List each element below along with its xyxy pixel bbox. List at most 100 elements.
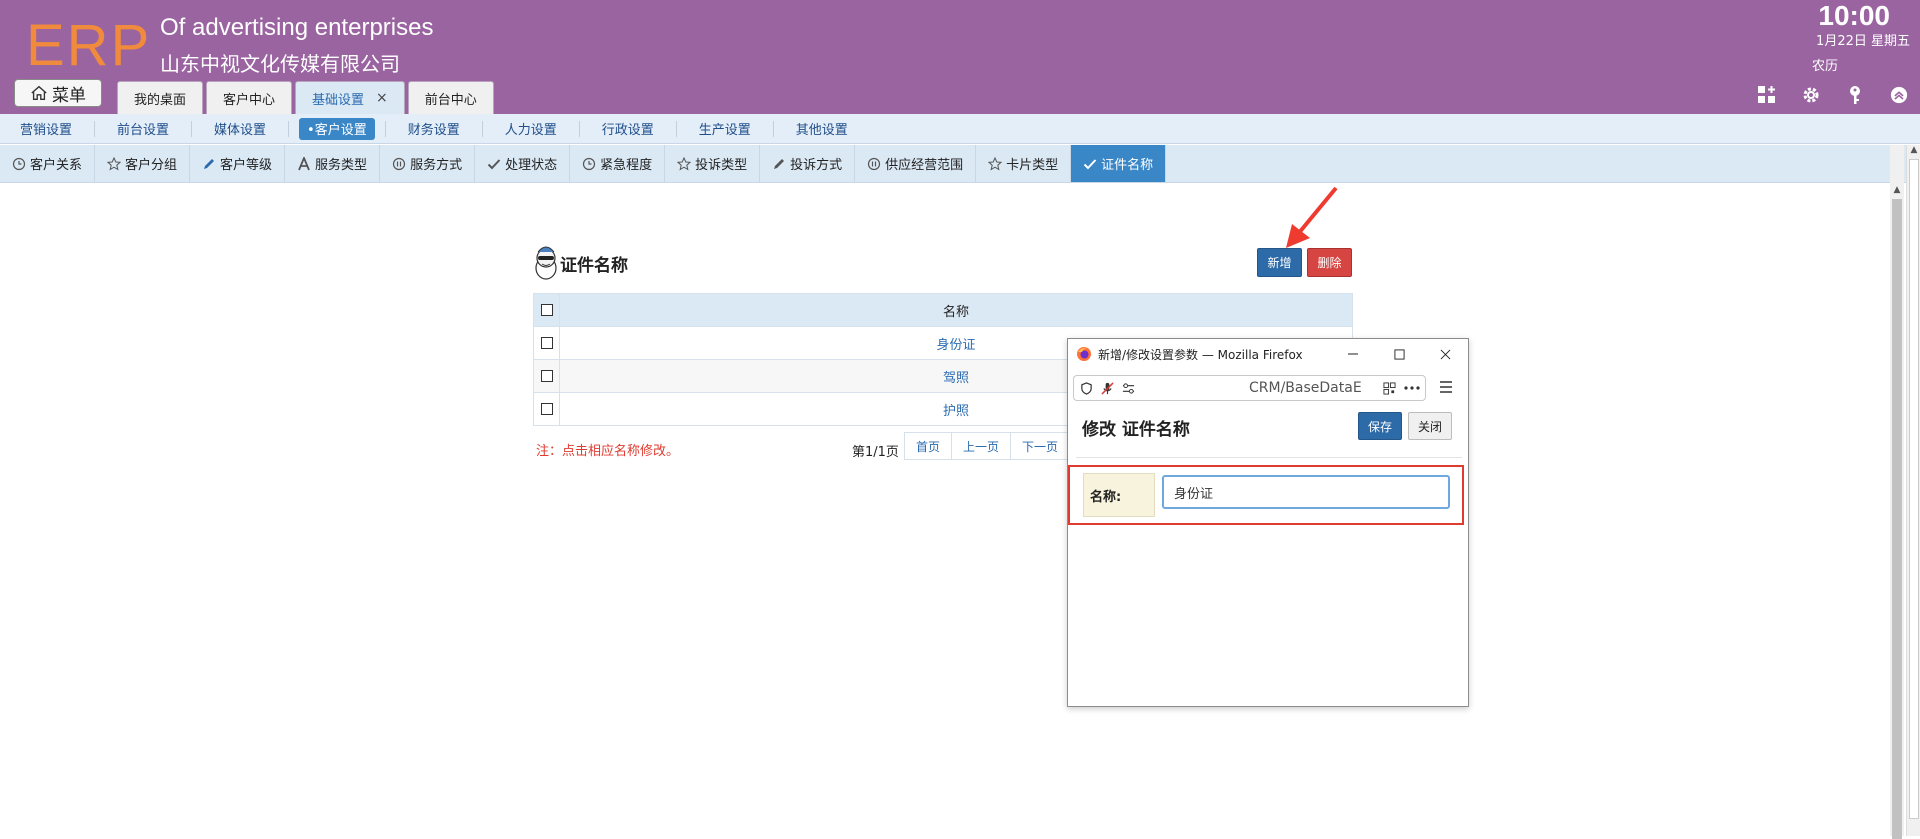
tab-supply-scope[interactable]: 供应经营范围 [855, 145, 977, 182]
subnav-customer[interactable]: •客户设置 [299, 117, 375, 140]
subnav-production[interactable]: 生产设置 [687, 118, 763, 140]
next-page-button[interactable]: 下一页 [1010, 432, 1071, 460]
page-title-text: 证件名称 [560, 255, 628, 276]
tab-complaint-type[interactable]: 投诉类型 [665, 145, 761, 182]
row-checkbox[interactable] [540, 370, 553, 382]
check-icon [487, 158, 501, 169]
tab-my-desktop[interactable]: 我的桌面 [117, 81, 204, 114]
close-icon[interactable] [1422, 339, 1468, 369]
row-checkbox[interactable] [540, 403, 553, 415]
subnav-front[interactable]: 前台设置 [105, 118, 181, 140]
key-icon[interactable] [1844, 84, 1866, 106]
tab-close-icon[interactable]: × [376, 90, 388, 106]
first-page-button[interactable]: 首页 [904, 432, 953, 460]
tab-id-document-name[interactable]: 证件名称 [1071, 145, 1167, 182]
row-checkbox[interactable] [540, 337, 553, 349]
scroll-thumb[interactable] [1909, 159, 1919, 819]
pause-icon [392, 157, 406, 170]
tab-customer-group[interactable]: 客户分组 [95, 145, 191, 182]
star-icon [677, 156, 692, 171]
name-input[interactable] [1162, 475, 1450, 509]
shield-icon [1081, 381, 1092, 395]
company-name-en: Of advertising enterprises [160, 14, 434, 41]
subnav-divider [481, 120, 483, 137]
hamburger-menu-icon[interactable] [1438, 379, 1454, 395]
tab-process-status[interactable]: 处理状态 [475, 145, 571, 182]
edit-popup-window: 新增/修改设置参数 — Mozilla Firefox CRM/BaseData… [1067, 338, 1469, 707]
clock-time: 10:00 [1818, 0, 1890, 31]
permissions-icon [1122, 382, 1135, 394]
url-bar[interactable]: CRM/BaseDataE [1073, 375, 1426, 401]
lunar-date: 农历 [1812, 59, 1839, 74]
more-options-icon[interactable] [1404, 385, 1420, 391]
check-icon [1083, 158, 1097, 169]
select-all-cell [533, 293, 560, 327]
company-name-cn: 山东中视文化传媒有限公司 [160, 52, 400, 76]
pencil-icon [204, 158, 215, 169]
grid-add-icon[interactable] [1756, 84, 1778, 106]
url-text: CRM/BaseDataE [1249, 380, 1362, 396]
tab-complaint-method[interactable]: 投诉方式 [760, 145, 856, 182]
subnav-divider [675, 120, 677, 137]
tab-front-center[interactable]: 前台中心 [407, 81, 494, 114]
subnav-media[interactable]: 媒体设置 [202, 118, 278, 140]
top-tabs: 我的桌面 客户中心 基础设置 × 前台中心 [117, 81, 494, 114]
subnav-admin[interactable]: 行政设置 [590, 118, 666, 140]
menu-button-label: 菜单 [52, 85, 86, 106]
settings-subnav: 营销设置 前台设置 媒体设置 •客户设置 财务设置 人力设置 行政设置 生产设置… [0, 114, 1920, 144]
prev-page-button[interactable]: 上一页 [951, 432, 1012, 460]
clock-icon [12, 157, 26, 170]
tab-card-type[interactable]: 卡片类型 [976, 145, 1072, 182]
edit-hint-note: 注：点击相应名称修改。 [536, 444, 680, 459]
tab-service-type[interactable]: 服务类型 [285, 145, 381, 182]
select-all-checkbox[interactable] [540, 304, 553, 316]
tab-service-method[interactable]: 服务方式 [380, 145, 476, 182]
popup-window-title: 新增/修改设置参数 — Mozilla Firefox [1098, 347, 1303, 362]
maximize-icon[interactable] [1376, 339, 1422, 369]
delete-button[interactable]: 删除 [1307, 248, 1352, 277]
firefox-icon [1077, 347, 1091, 361]
tab-urgency[interactable]: 紧急程度 [570, 145, 666, 182]
outer-scrollbar[interactable]: ▲ [1906, 145, 1920, 836]
star-icon [988, 156, 1003, 171]
clock-date: 1月22日 星期五 [1816, 34, 1910, 49]
highlighted-form-row: 名称: [1068, 465, 1464, 525]
subnav-divider [578, 120, 580, 137]
subnav-marketing[interactable]: 营销设置 [8, 118, 84, 140]
pencil-icon [774, 158, 785, 169]
window-controls [1330, 339, 1468, 369]
letter-a-icon [298, 156, 310, 170]
minimize-icon[interactable] [1330, 339, 1376, 369]
annotation-arrow-icon [1286, 186, 1338, 248]
page-indicator: 第1/1页 [852, 445, 899, 460]
tab-customer-level[interactable]: 客户等级 [190, 145, 286, 182]
page-scrollbar[interactable]: ▲ [1890, 145, 1904, 839]
scroll-thumb[interactable] [1892, 199, 1902, 839]
add-button[interactable]: 新增 [1257, 248, 1302, 277]
row-checkbox-cell [533, 392, 560, 426]
subnav-divider [191, 120, 193, 137]
popup-heading: 修改 证件名称 [1082, 420, 1190, 440]
tab-basic-settings[interactable]: 基础设置 × [295, 81, 405, 114]
close-button[interactable]: 关闭 [1408, 412, 1452, 440]
customer-settings-tabs: 客户关系 客户分组 客户等级 服务类型 服务方式 处理状态 紧急程度 投诉类型 … [0, 145, 1920, 183]
star-icon [107, 156, 122, 171]
tab-customer-relation[interactable]: 客户关系 [0, 145, 96, 182]
scroll-up-icon[interactable]: ▲ [1890, 185, 1904, 199]
column-header-name: 名称 [559, 293, 1353, 327]
menu-button[interactable]: 菜单 [14, 79, 102, 107]
header-toolbar [1756, 84, 1910, 106]
save-button[interactable]: 保存 [1358, 412, 1402, 440]
subnav-divider [772, 120, 774, 137]
collapse-up-icon[interactable] [1888, 84, 1910, 106]
qr-code-icon[interactable] [1383, 381, 1396, 395]
page-title: 证件名称 [534, 244, 628, 282]
popup-titlebar[interactable]: 新增/修改设置参数 — Mozilla Firefox [1068, 339, 1468, 369]
gear-icon[interactable] [1800, 84, 1822, 106]
row-checkbox-cell [533, 326, 560, 360]
subnav-finance[interactable]: 财务设置 [396, 118, 472, 140]
scroll-up-icon[interactable]: ▲ [1907, 145, 1920, 159]
subnav-hr[interactable]: 人力设置 [493, 118, 569, 140]
tab-customer-center[interactable]: 客户中心 [206, 81, 293, 114]
subnav-other[interactable]: 其他设置 [784, 118, 860, 140]
